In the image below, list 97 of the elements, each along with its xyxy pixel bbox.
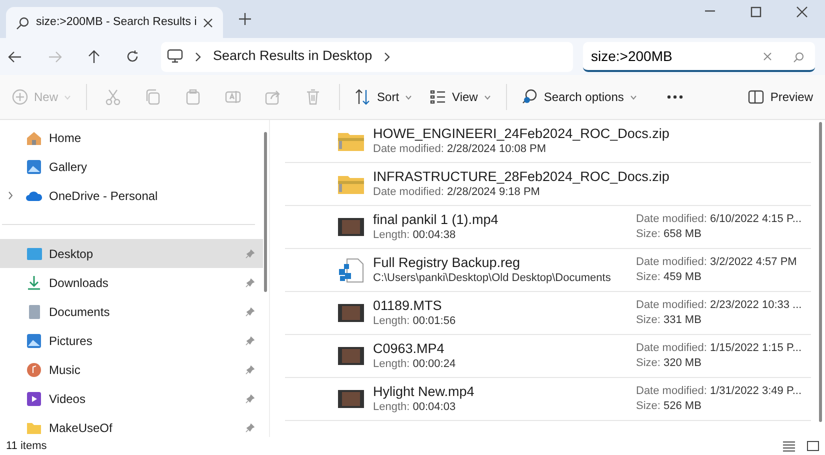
- clipboard-icon: [185, 89, 202, 105]
- sidebar-item[interactable]: Documents: [0, 297, 263, 326]
- desktop-icon: [26, 246, 42, 262]
- pin-icon: [245, 248, 255, 258]
- file-detail: Length: 00:01:56: [373, 314, 457, 329]
- music-icon: [26, 362, 42, 378]
- file-row[interactable]: HOWE_ENGINEERI_24Feb2024_ROC_Docs.zip Date modified: 2/28/2024 10:08 PM: [285, 120, 811, 163]
- sidebar-item[interactable]: Home: [0, 123, 263, 152]
- plus-circle-icon: [12, 89, 28, 105]
- file-detail: Date modified: 1/15/2022 1:15 P...: [636, 341, 803, 356]
- plus-icon[interactable]: [238, 13, 251, 25]
- file-detail: Date modified: 6/10/2022 4:15 P...: [636, 212, 803, 227]
- file-detail: Size: 658 MB: [636, 227, 702, 242]
- trash-icon: [305, 89, 322, 105]
- sidebar-item[interactable]: Videos: [0, 384, 263, 413]
- breadcrumb-item[interactable]: Search Results in Desktop: [213, 46, 372, 67]
- file-detail: Date modified: 1/31/2022 3:49 P...: [636, 384, 803, 399]
- sort-icon: [355, 89, 372, 105]
- search-icon: [522, 89, 538, 105]
- search-field[interactable]: size:>200MB: [583, 42, 815, 72]
- panel-icon: [748, 89, 764, 105]
- pin-icon: [245, 422, 255, 432]
- chevron-icon[interactable]: [195, 52, 201, 62]
- caret-icon: [405, 94, 412, 100]
- file-detail: Length: 00:00:24: [373, 357, 457, 372]
- share-icon: [265, 89, 282, 105]
- caret-icon: [484, 94, 491, 100]
- file-row[interactable]: C0963.MP4 Length: 00:00:24 Date modified: 1/15/2022 1:15 P... Size: 320 MB: [285, 335, 811, 378]
- search-icon: [16, 16, 30, 30]
- file-detail: Date modified: 2/28/2024 9:18 PM: [373, 185, 541, 200]
- file-row[interactable]: Hylight New.mp4 Length: 00:04:03 Date modified: 1/31/2022 3:49 P... Size: 526 MB: [285, 378, 811, 421]
- sidebar-item[interactable]: OneDrive - Personal: [0, 181, 263, 210]
- chevron-icon[interactable]: [384, 52, 390, 62]
- file-detail: Size: 526 MB: [636, 399, 702, 414]
- picture-icon: [26, 158, 42, 174]
- file-name: final pankil 1 (1).mp4: [373, 211, 500, 228]
- refresh-icon[interactable]: [126, 50, 139, 63]
- chevron-icon[interactable]: [8, 191, 13, 200]
- tiles-view-icon[interactable]: [807, 440, 819, 452]
- file-detail: Size: 331 MB: [636, 313, 702, 328]
- registry-file-icon: [337, 258, 365, 282]
- details-view-icon[interactable]: [783, 440, 795, 452]
- scrollbar[interactable]: [819, 122, 822, 422]
- view-button[interactable]: View: [421, 81, 500, 113]
- close-icon[interactable]: [202, 18, 213, 28]
- close-icon[interactable]: [796, 6, 808, 18]
- preview-button[interactable]: Preview: [739, 81, 822, 113]
- file-row[interactable]: INFRASTRUCTURE_28Feb2024_ROC_Docs.zip Date modified: 2/28/2024 9:18 PM: [285, 163, 811, 206]
- rename-icon: [225, 89, 242, 105]
- sidebar-item[interactable]: Pictures: [0, 326, 263, 355]
- pin-icon: [245, 394, 255, 404]
- file-detail: Date modified: 3/2/2022 4:57 PM: [636, 255, 798, 270]
- computer-icon: [167, 49, 183, 64]
- sidebar-item[interactable]: Desktop: [0, 239, 263, 268]
- search-options-button[interactable]: Search options: [512, 81, 646, 113]
- file-detail: Size: 320 MB: [636, 356, 702, 371]
- document-icon: [26, 304, 42, 320]
- list-icon: [430, 89, 446, 105]
- file-name: INFRASTRUCTURE_28Feb2024_ROC_Docs.zip: [373, 168, 670, 185]
- up-icon[interactable]: [88, 50, 100, 64]
- pin-icon: [245, 306, 255, 316]
- file-name: Full Registry Backup.reg: [373, 254, 522, 271]
- address-bar[interactable]: Search Results in Desktop: [161, 42, 573, 72]
- scrollbar[interactable]: [264, 132, 267, 292]
- picture-icon: [26, 332, 42, 348]
- pin-icon: [245, 336, 255, 346]
- file-name: 01189.MTS: [373, 297, 443, 314]
- file-detail: Date modified: 2/23/2022 10:33 ...: [636, 298, 803, 313]
- caret-icon: [630, 94, 637, 100]
- download-icon: [26, 274, 42, 290]
- pin-icon: [245, 278, 255, 288]
- maximize-icon[interactable]: [750, 6, 762, 18]
- caret-icon: [64, 94, 72, 100]
- sidebar-item[interactable]: Downloads: [0, 268, 263, 297]
- sidebar-item[interactable]: Gallery: [0, 152, 263, 181]
- tab[interactable]: size:>200MB - Search Results i: [6, 7, 223, 38]
- file-detail: Length: 00:04:03: [373, 400, 457, 415]
- scissors-icon: [105, 89, 122, 105]
- file-name: HOWE_ENGINEERI_24Feb2024_ROC_Docs.zip: [373, 125, 670, 142]
- sidebar-item[interactable]: Music: [0, 355, 263, 384]
- sort-button[interactable]: Sort: [346, 81, 422, 113]
- back-icon[interactable]: [8, 50, 22, 62]
- copy-icon: [145, 89, 162, 105]
- house-icon: [26, 130, 42, 146]
- file-detail: Size: 459 MB: [636, 270, 702, 285]
- file-detail: Date modified: 2/28/2024 10:08 PM: [373, 142, 548, 157]
- file-detail: C:\Users\panki\Desktop\Old Desktop\Documents: [373, 271, 612, 286]
- clear-icon[interactable]: [763, 52, 772, 60]
- file-name: Hylight New.mp4: [373, 383, 476, 400]
- video-icon: [26, 390, 42, 406]
- search-icon[interactable]: [793, 52, 804, 62]
- file-name: C0963.MP4: [373, 340, 446, 357]
- pin-icon: [245, 364, 255, 374]
- file-row[interactable]: final pankil 1 (1).mp4 Length: 00:04:38 Date modified: 6/10/2022 4:15 P... Size: 658 MB: [285, 206, 811, 249]
- file-row[interactable]: 01189.MTS Length: 00:01:56 Date modified: 2/23/2022 10:33 ... Size: 331 MB: [285, 292, 811, 335]
- file-row[interactable]: Full Registry Backup.reg C:\Users\panki\Desktop\Old Desktop\Documents Date modified: 3/2/2022 4:57 PM Size: 459 MB: [285, 249, 811, 292]
- file-detail: Length: 00:04:38: [373, 228, 457, 243]
